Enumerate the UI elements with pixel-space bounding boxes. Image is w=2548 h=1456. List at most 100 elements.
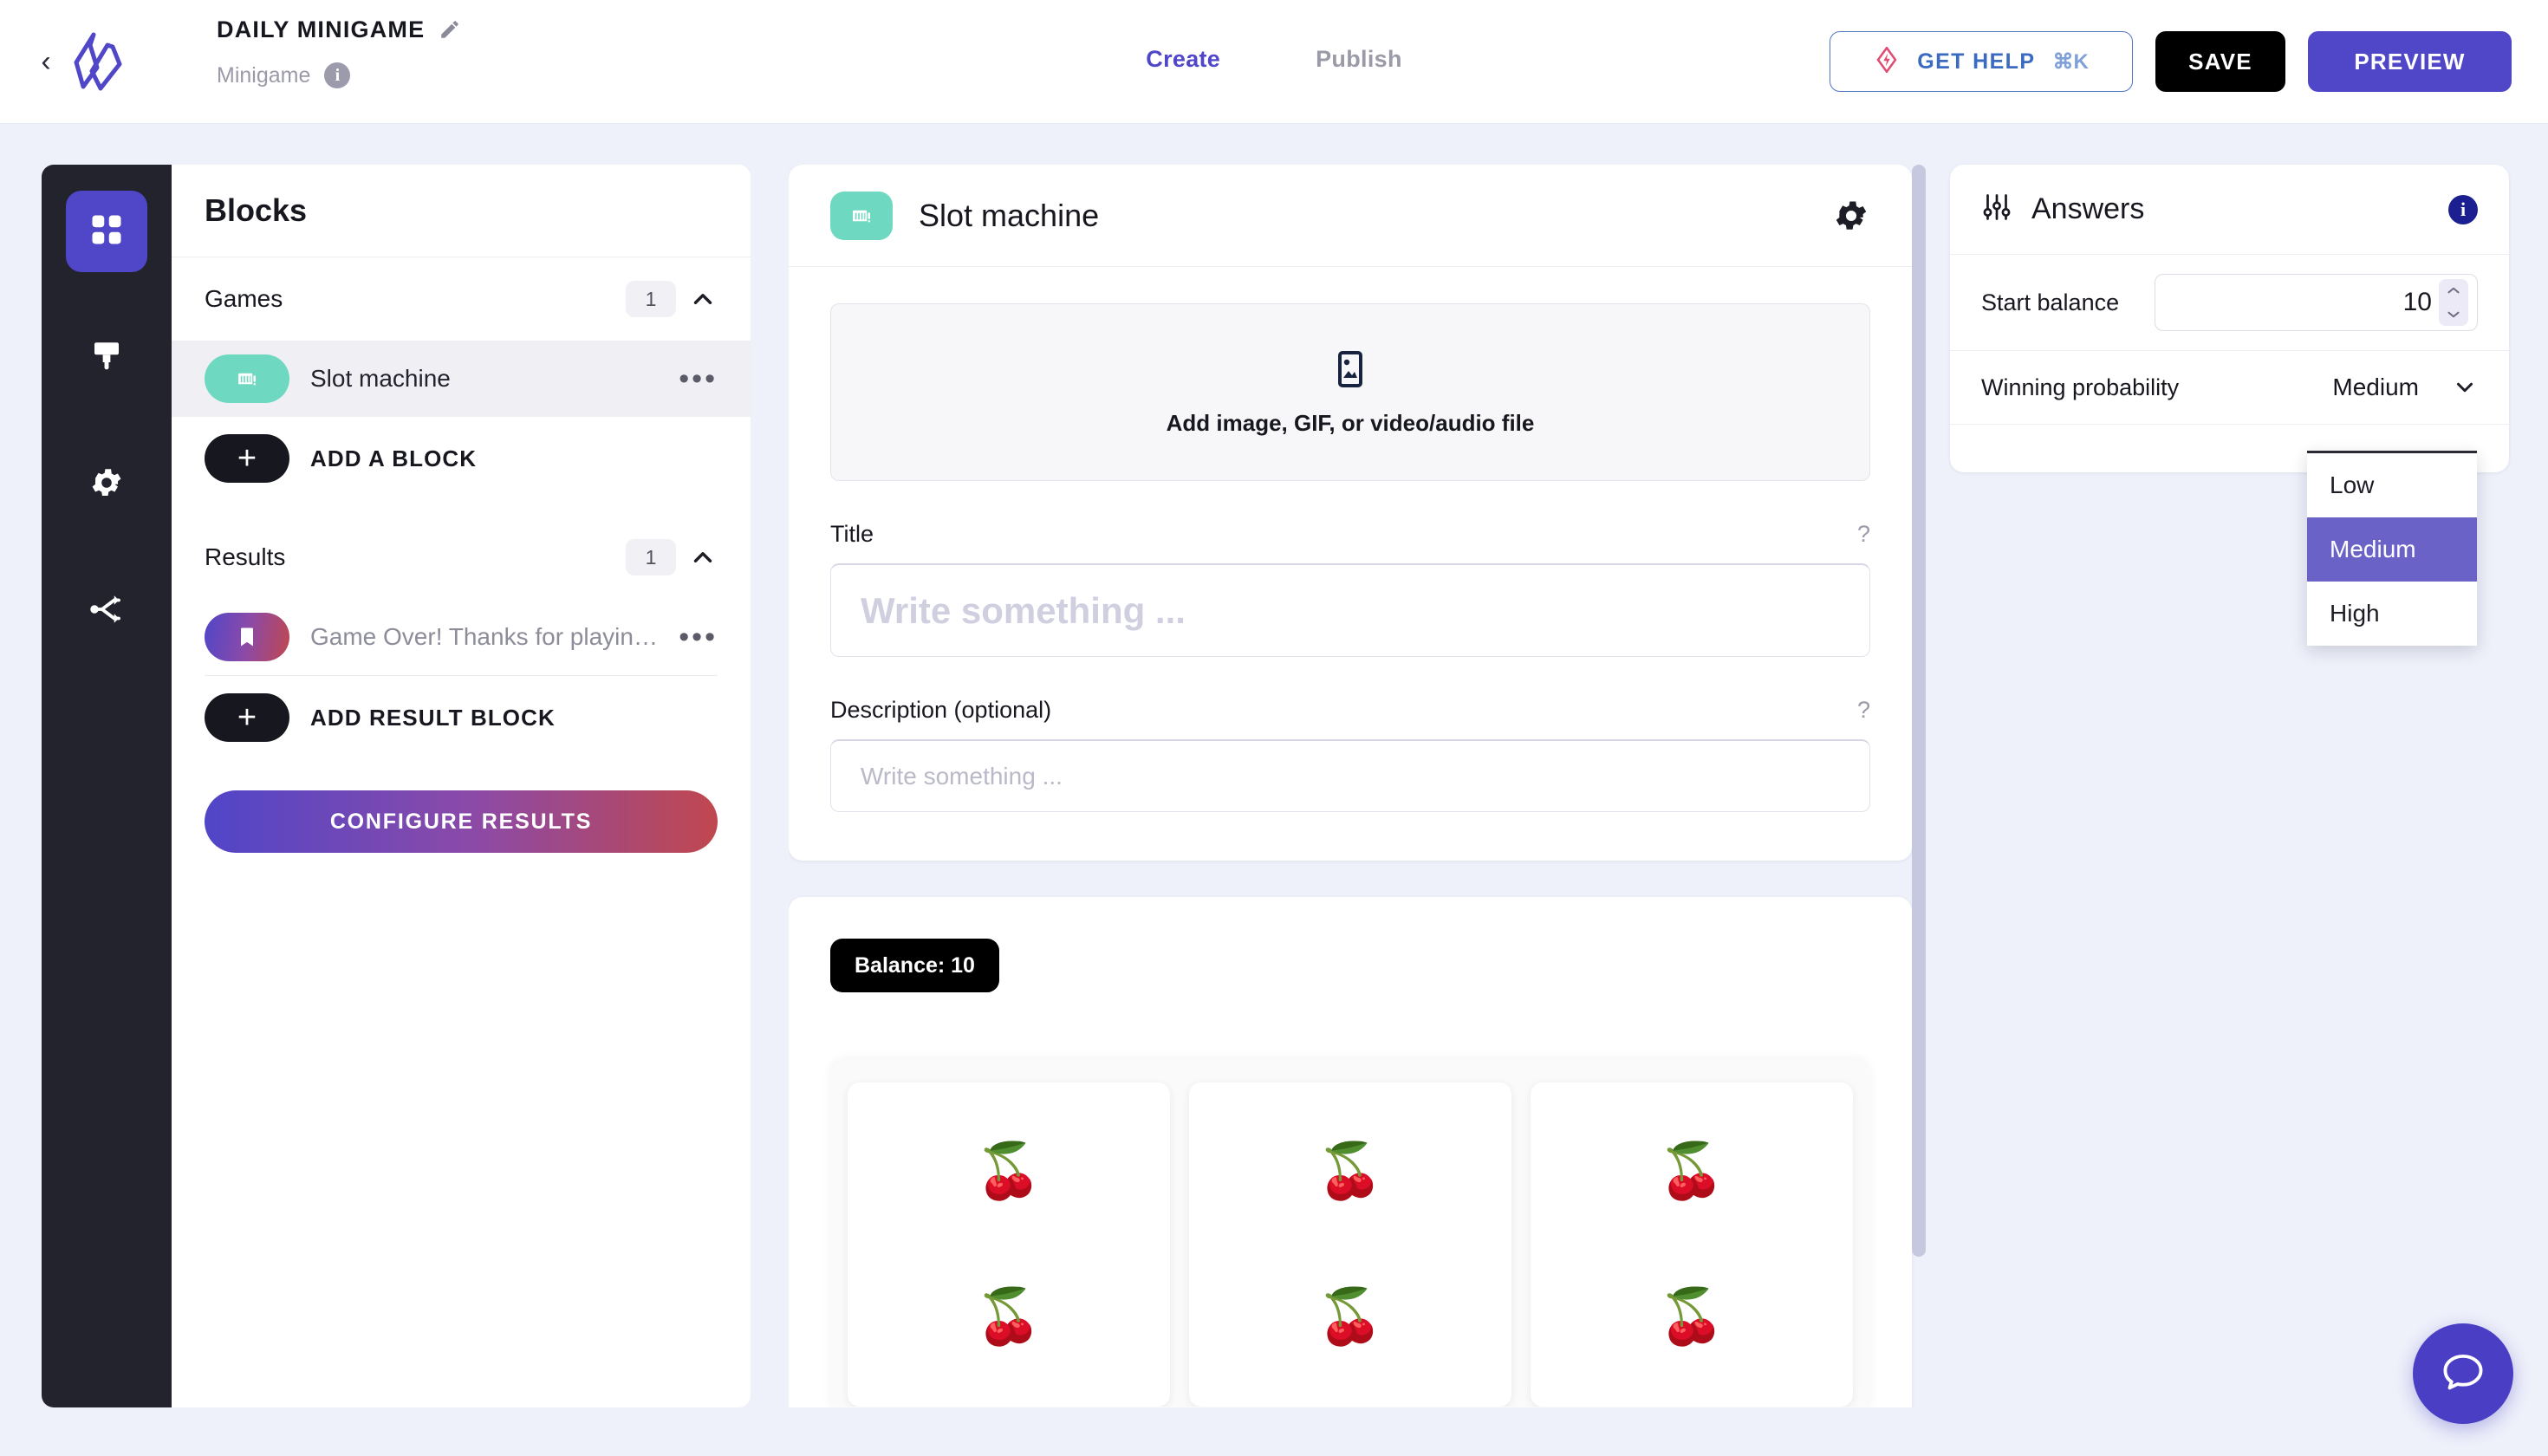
dropdown-option-medium[interactable]: Medium: [2307, 517, 2477, 582]
start-balance-row: Start balance 10: [1950, 255, 2509, 351]
preview-button[interactable]: PREVIEW: [2308, 31, 2512, 92]
group-count-results: 1: [626, 539, 676, 575]
tab-create[interactable]: Create: [1146, 46, 1220, 73]
group-title-results: Results: [205, 543, 286, 570]
left-rail: [42, 165, 172, 1407]
slot-reel: 🍒 🍒: [1531, 1082, 1853, 1407]
media-upload-caption: Add image, GIF, or video/audio file: [1166, 409, 1535, 436]
block-editor-header: Slot machine: [789, 165, 1912, 267]
main-tabs: Create Publish: [1146, 46, 1401, 73]
chevron-up-icon[interactable]: [688, 284, 718, 314]
slot-symbol: 🍒: [975, 1287, 1043, 1347]
page-title: DAILY MINIGAME: [217, 16, 426, 42]
description-field-label: Description (optional): [830, 697, 1052, 723]
answers-panel-title: Answers: [2031, 192, 2145, 225]
winning-probability-row[interactable]: Winning probability Medium: [1950, 351, 2509, 424]
slot-machine-icon: [830, 191, 893, 240]
paint-brush-icon: [88, 338, 125, 379]
slot-reel: 🍒 🍒: [1189, 1082, 1511, 1407]
slot-symbol: 🍒: [975, 1141, 1043, 1201]
scrollbar-thumb[interactable]: [1912, 165, 1926, 1257]
configure-results-button[interactable]: CONFIGURE RESULTS: [205, 790, 718, 853]
title-field-label-row: Title ?: [830, 521, 1870, 548]
plus-icon: +: [205, 693, 289, 742]
share-nodes-icon: [88, 591, 125, 632]
group-count-games: 1: [626, 281, 676, 317]
block-item-label: Game Over! Thanks for playin…: [310, 623, 658, 650]
info-icon[interactable]: i: [324, 62, 351, 88]
block-item-game-over[interactable]: Game Over! Thanks for playin… •••: [172, 599, 751, 675]
description-field-label-row: Description (optional) ?: [830, 697, 1870, 724]
balance-badge: Balance: 10: [830, 939, 999, 992]
top-bar: ‹ DAILY MINIGAME Minigame i Create Publi…: [0, 0, 2548, 124]
winning-probability-dropdown[interactable]: Low Medium High: [2307, 451, 2477, 646]
block-item-label: Slot machine: [310, 365, 451, 392]
media-upload-dropzone[interactable]: Add image, GIF, or video/audio file: [830, 303, 1870, 481]
chevron-up-icon[interactable]: [688, 543, 718, 572]
lightning-diamond-icon: [1874, 45, 1900, 77]
canvas-scrollbar[interactable]: [1912, 165, 1926, 1407]
add-a-block-button[interactable]: + ADD A BLOCK: [172, 417, 751, 500]
start-balance-label: Start balance: [1981, 289, 2120, 315]
grid-blocks-icon: [88, 211, 126, 253]
answers-panel: Answers i Start balance 10 Winning proba…: [1950, 165, 2509, 472]
title-field-label: Title: [830, 521, 874, 547]
get-help-shortcut: ⌘K: [2052, 49, 2089, 74]
chat-support-button[interactable]: [2413, 1323, 2513, 1424]
slot-symbol: 🍒: [1316, 1287, 1384, 1347]
group-title-games: Games: [205, 285, 283, 312]
description-input[interactable]: Write something ...: [830, 739, 1870, 812]
rail-item-share[interactable]: [66, 570, 147, 652]
editor-canvas: Slot machine Add image, GIF, or video/au…: [789, 165, 1915, 1407]
slot-symbol: 🍒: [1658, 1287, 1726, 1347]
dropdown-option-high[interactable]: High: [2307, 582, 2477, 646]
question-mark-icon[interactable]: ?: [1857, 521, 1870, 548]
plus-icon: +: [205, 434, 289, 483]
image-placeholder-icon: [1329, 348, 1371, 394]
block-editor-card: Slot machine Add image, GIF, or video/au…: [789, 165, 1912, 861]
start-balance-input[interactable]: 10: [2155, 274, 2478, 331]
block-editor-title: Slot machine: [919, 197, 1100, 233]
slot-reel: 🍒 🍒: [848, 1082, 1170, 1407]
rail-item-settings[interactable]: [66, 444, 147, 525]
group-header-results[interactable]: Results 1: [172, 516, 751, 599]
back-chevron-icon[interactable]: ‹: [31, 47, 61, 76]
project-title-block: DAILY MINIGAME Minigame i: [217, 12, 461, 88]
tab-publish[interactable]: Publish: [1316, 46, 1402, 73]
top-actions: GET HELP ⌘K SAVE PREVIEW: [1830, 31, 2512, 92]
block-item-slot-machine[interactable]: Slot machine •••: [172, 341, 751, 417]
title-input[interactable]: Write something ...: [830, 563, 1870, 657]
ellipsis-icon[interactable]: •••: [679, 364, 718, 393]
answers-panel-header: Answers i: [1950, 165, 2509, 255]
info-icon[interactable]: i: [2448, 194, 2478, 224]
save-button[interactable]: SAVE: [2155, 31, 2285, 92]
add-result-block-button[interactable]: + ADD RESULT BLOCK: [172, 676, 751, 759]
winning-probability-value: Medium: [2332, 374, 2419, 400]
sliders-icon: [1981, 192, 2012, 227]
project-type-label: Minigame: [217, 62, 311, 88]
start-balance-value: 10: [2402, 288, 2432, 316]
slot-symbol: 🍒: [1316, 1141, 1384, 1201]
question-mark-icon[interactable]: ?: [1857, 697, 1870, 724]
slot-machine-icon: [205, 354, 289, 403]
brand-logo-icon[interactable]: [62, 26, 135, 99]
slot-reels[interactable]: 🍒 🍒 🍒 🍒 🍒 🍒: [830, 1060, 1870, 1407]
get-help-button[interactable]: GET HELP ⌘K: [1830, 31, 2133, 92]
stepper-arrows-icon[interactable]: [2439, 279, 2468, 326]
blocks-panel-title: Blocks: [172, 165, 751, 257]
block-editor-body: Add image, GIF, or video/audio file Titl…: [789, 267, 1912, 861]
gear-icon[interactable]: [1832, 197, 1870, 235]
dropdown-option-low[interactable]: Low: [2307, 453, 2477, 517]
bookmark-icon: [205, 613, 289, 661]
rail-item-design[interactable]: [66, 317, 147, 399]
group-header-games[interactable]: Games 1: [172, 257, 751, 341]
ellipsis-icon[interactable]: •••: [679, 622, 718, 652]
winning-probability-label: Winning probability: [1981, 374, 2180, 400]
chat-bubble-icon: [2438, 1347, 2488, 1401]
get-help-label: GET HELP: [1917, 49, 2036, 74]
blocks-panel: Blocks Games 1 Slot machine ••• + ADD A …: [172, 165, 751, 1407]
rail-item-blocks[interactable]: [66, 191, 147, 272]
pencil-icon[interactable]: [439, 18, 461, 41]
chevron-down-icon[interactable]: [2452, 374, 2478, 400]
game-preview-card: Balance: 10 🍒 🍒 🍒 🍒 🍒 🍒: [789, 897, 1912, 1407]
